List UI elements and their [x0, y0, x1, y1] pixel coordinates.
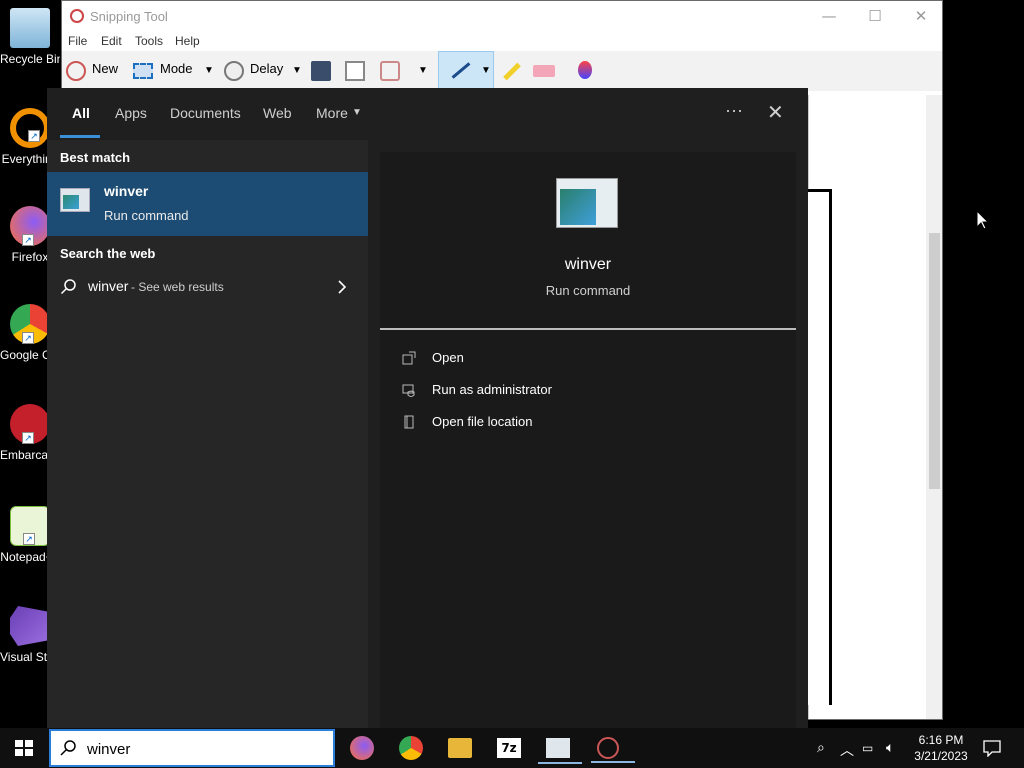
tray-network-icon[interactable]: ▭ [862, 741, 873, 755]
delay-dropdown-chevron-icon[interactable]: ▼ [292, 65, 302, 76]
action-open[interactable]: Open [402, 347, 782, 371]
firefox-icon: ↗ [10, 206, 50, 246]
pen-dropdown-chevron-icon[interactable]: ▼ [481, 65, 491, 76]
best-match-item[interactable]: winver Run command [47, 172, 368, 236]
captured-window-edge [806, 189, 832, 705]
more-options-icon[interactable]: ··· [725, 100, 743, 121]
taskbar-clock[interactable]: 6:16 PM 3/21/2023 [910, 732, 972, 764]
snipping-tool-icon [70, 9, 84, 23]
recycle-bin-icon [10, 8, 50, 48]
taskbar-7zip-icon[interactable]: 7z [497, 738, 521, 758]
taskbar-chrome-icon[interactable] [399, 736, 423, 760]
web-result-suffix: - See web results [131, 280, 224, 294]
web-result-item[interactable]: winver - See web results [47, 272, 368, 302]
tab-web[interactable]: Web [263, 105, 292, 121]
shield-icon [402, 384, 415, 397]
preview-type: Run command [545, 283, 631, 298]
tab-documents[interactable]: Documents [170, 105, 241, 121]
winver-app-icon [60, 188, 90, 212]
send-snip-icon[interactable] [380, 61, 400, 81]
close-window-button[interactable]: ✕ [898, 1, 944, 31]
search-web-heading: Search the web [60, 246, 156, 261]
magnifier-icon: ↗ [10, 108, 50, 148]
chrome-icon: ↗ [10, 304, 50, 344]
menu-edit[interactable]: Edit [101, 34, 122, 48]
window-title: Snipping Tool [90, 9, 168, 24]
new-snip-icon [66, 61, 86, 81]
scrollbar-thumb[interactable] [929, 233, 940, 489]
devcpp-icon: ↗ [10, 404, 50, 444]
vertical-scrollbar[interactable] [926, 95, 942, 719]
close-search-icon[interactable]: ✕ [767, 100, 784, 125]
visual-studio-icon [10, 606, 50, 646]
maximize-button[interactable]: ☐ [852, 1, 898, 31]
file-location-icon [404, 415, 414, 429]
best-match-name: winver [104, 183, 149, 199]
minimize-button[interactable]: — [806, 1, 852, 31]
clock-date: 3/21/2023 [914, 749, 968, 763]
tray-search-icon[interactable]: ⌕ [817, 740, 825, 756]
menu-file[interactable]: File [68, 34, 87, 48]
menu-help[interactable]: Help [175, 34, 200, 48]
taskbar-snipping-tool-icon[interactable] [591, 737, 635, 763]
open-icon [402, 351, 416, 365]
mode-dropdown-chevron-icon[interactable]: ▼ [204, 65, 214, 76]
save-icon[interactable] [311, 61, 331, 81]
windows-logo-icon [15, 740, 33, 756]
search-icon [60, 740, 76, 756]
web-result-query: winver [88, 278, 129, 294]
result-preview: winver Run command Open Run as administr… [380, 152, 796, 728]
active-tab-indicator [60, 135, 100, 138]
taskbar-file-explorer-icon[interactable] [448, 738, 472, 758]
copy-icon[interactable] [345, 61, 365, 81]
tray-volume-icon[interactable]: 🔈︎ [886, 740, 894, 756]
clock-time: 6:16 PM [918, 733, 964, 747]
taskbar: 7z ⌕ ︿ ▭ 🔈︎ 6:16 PM 3/21/2023 [0, 728, 1024, 768]
tab-more[interactable]: More [316, 105, 348, 121]
desktop-icon-label: Recycle Bin [0, 52, 60, 66]
highlighter-icon[interactable] [503, 62, 521, 81]
search-input[interactable] [87, 737, 327, 761]
menu-tools[interactable]: Tools [135, 34, 163, 48]
mode-button[interactable]: Mode [160, 61, 193, 76]
action-open-file-location[interactable]: Open file location [402, 411, 782, 435]
tray-overflow-chevron-icon[interactable]: ︿ [840, 740, 854, 760]
snipping-toolbar: New Mode ▼ Delay ▼ ▼ ▼ [62, 51, 942, 91]
eraser-icon[interactable] [533, 65, 555, 77]
clock-icon [224, 61, 244, 81]
taskbar-winver-icon[interactable] [538, 738, 582, 764]
preview-name: winver [564, 256, 612, 273]
desktop-icon-recycle-bin[interactable]: Recycle Bin [0, 8, 60, 66]
winver-preview-icon [556, 178, 618, 228]
mode-icon [133, 63, 153, 79]
tab-apps[interactable]: Apps [115, 105, 147, 121]
menu-bar: File Edit Tools Help [62, 31, 942, 51]
more-chevron-icon: ▼ [352, 107, 362, 118]
start-button[interactable] [0, 728, 48, 768]
search-icon [60, 279, 76, 295]
action-run-as-admin-label: Run as administrator [432, 382, 552, 397]
best-match-heading: Best match [60, 150, 131, 165]
notepadpp-icon: ↗ [10, 506, 50, 546]
preview-divider [380, 328, 796, 330]
paint3d-icon[interactable] [578, 61, 592, 79]
search-panel: All Apps Documents Web More ▼ ··· ✕ Best… [47, 88, 808, 728]
taskbar-search-box[interactable] [49, 729, 335, 767]
snipping-tool-titlebar: Snipping Tool — ☐ ✕ [62, 1, 942, 31]
search-tabs: All Apps Documents Web More ▼ ··· ✕ [47, 88, 808, 140]
new-snip-button[interactable]: New [92, 61, 118, 76]
best-match-type: Run command [104, 208, 189, 223]
results-list: Best match winver Run command Search the… [47, 140, 368, 728]
send-dropdown-chevron-icon[interactable]: ▼ [418, 65, 428, 76]
tab-all[interactable]: All [72, 105, 90, 121]
delay-button[interactable]: Delay [250, 61, 283, 76]
taskbar-firefox-icon[interactable] [350, 736, 374, 760]
action-run-as-admin[interactable]: Run as administrator [402, 379, 782, 403]
action-open-label: Open [432, 350, 464, 365]
notification-icon[interactable] [983, 739, 1001, 757]
mouse-cursor-icon [976, 210, 990, 230]
action-open-file-location-label: Open file location [432, 414, 533, 429]
chevron-right-icon [338, 280, 347, 294]
